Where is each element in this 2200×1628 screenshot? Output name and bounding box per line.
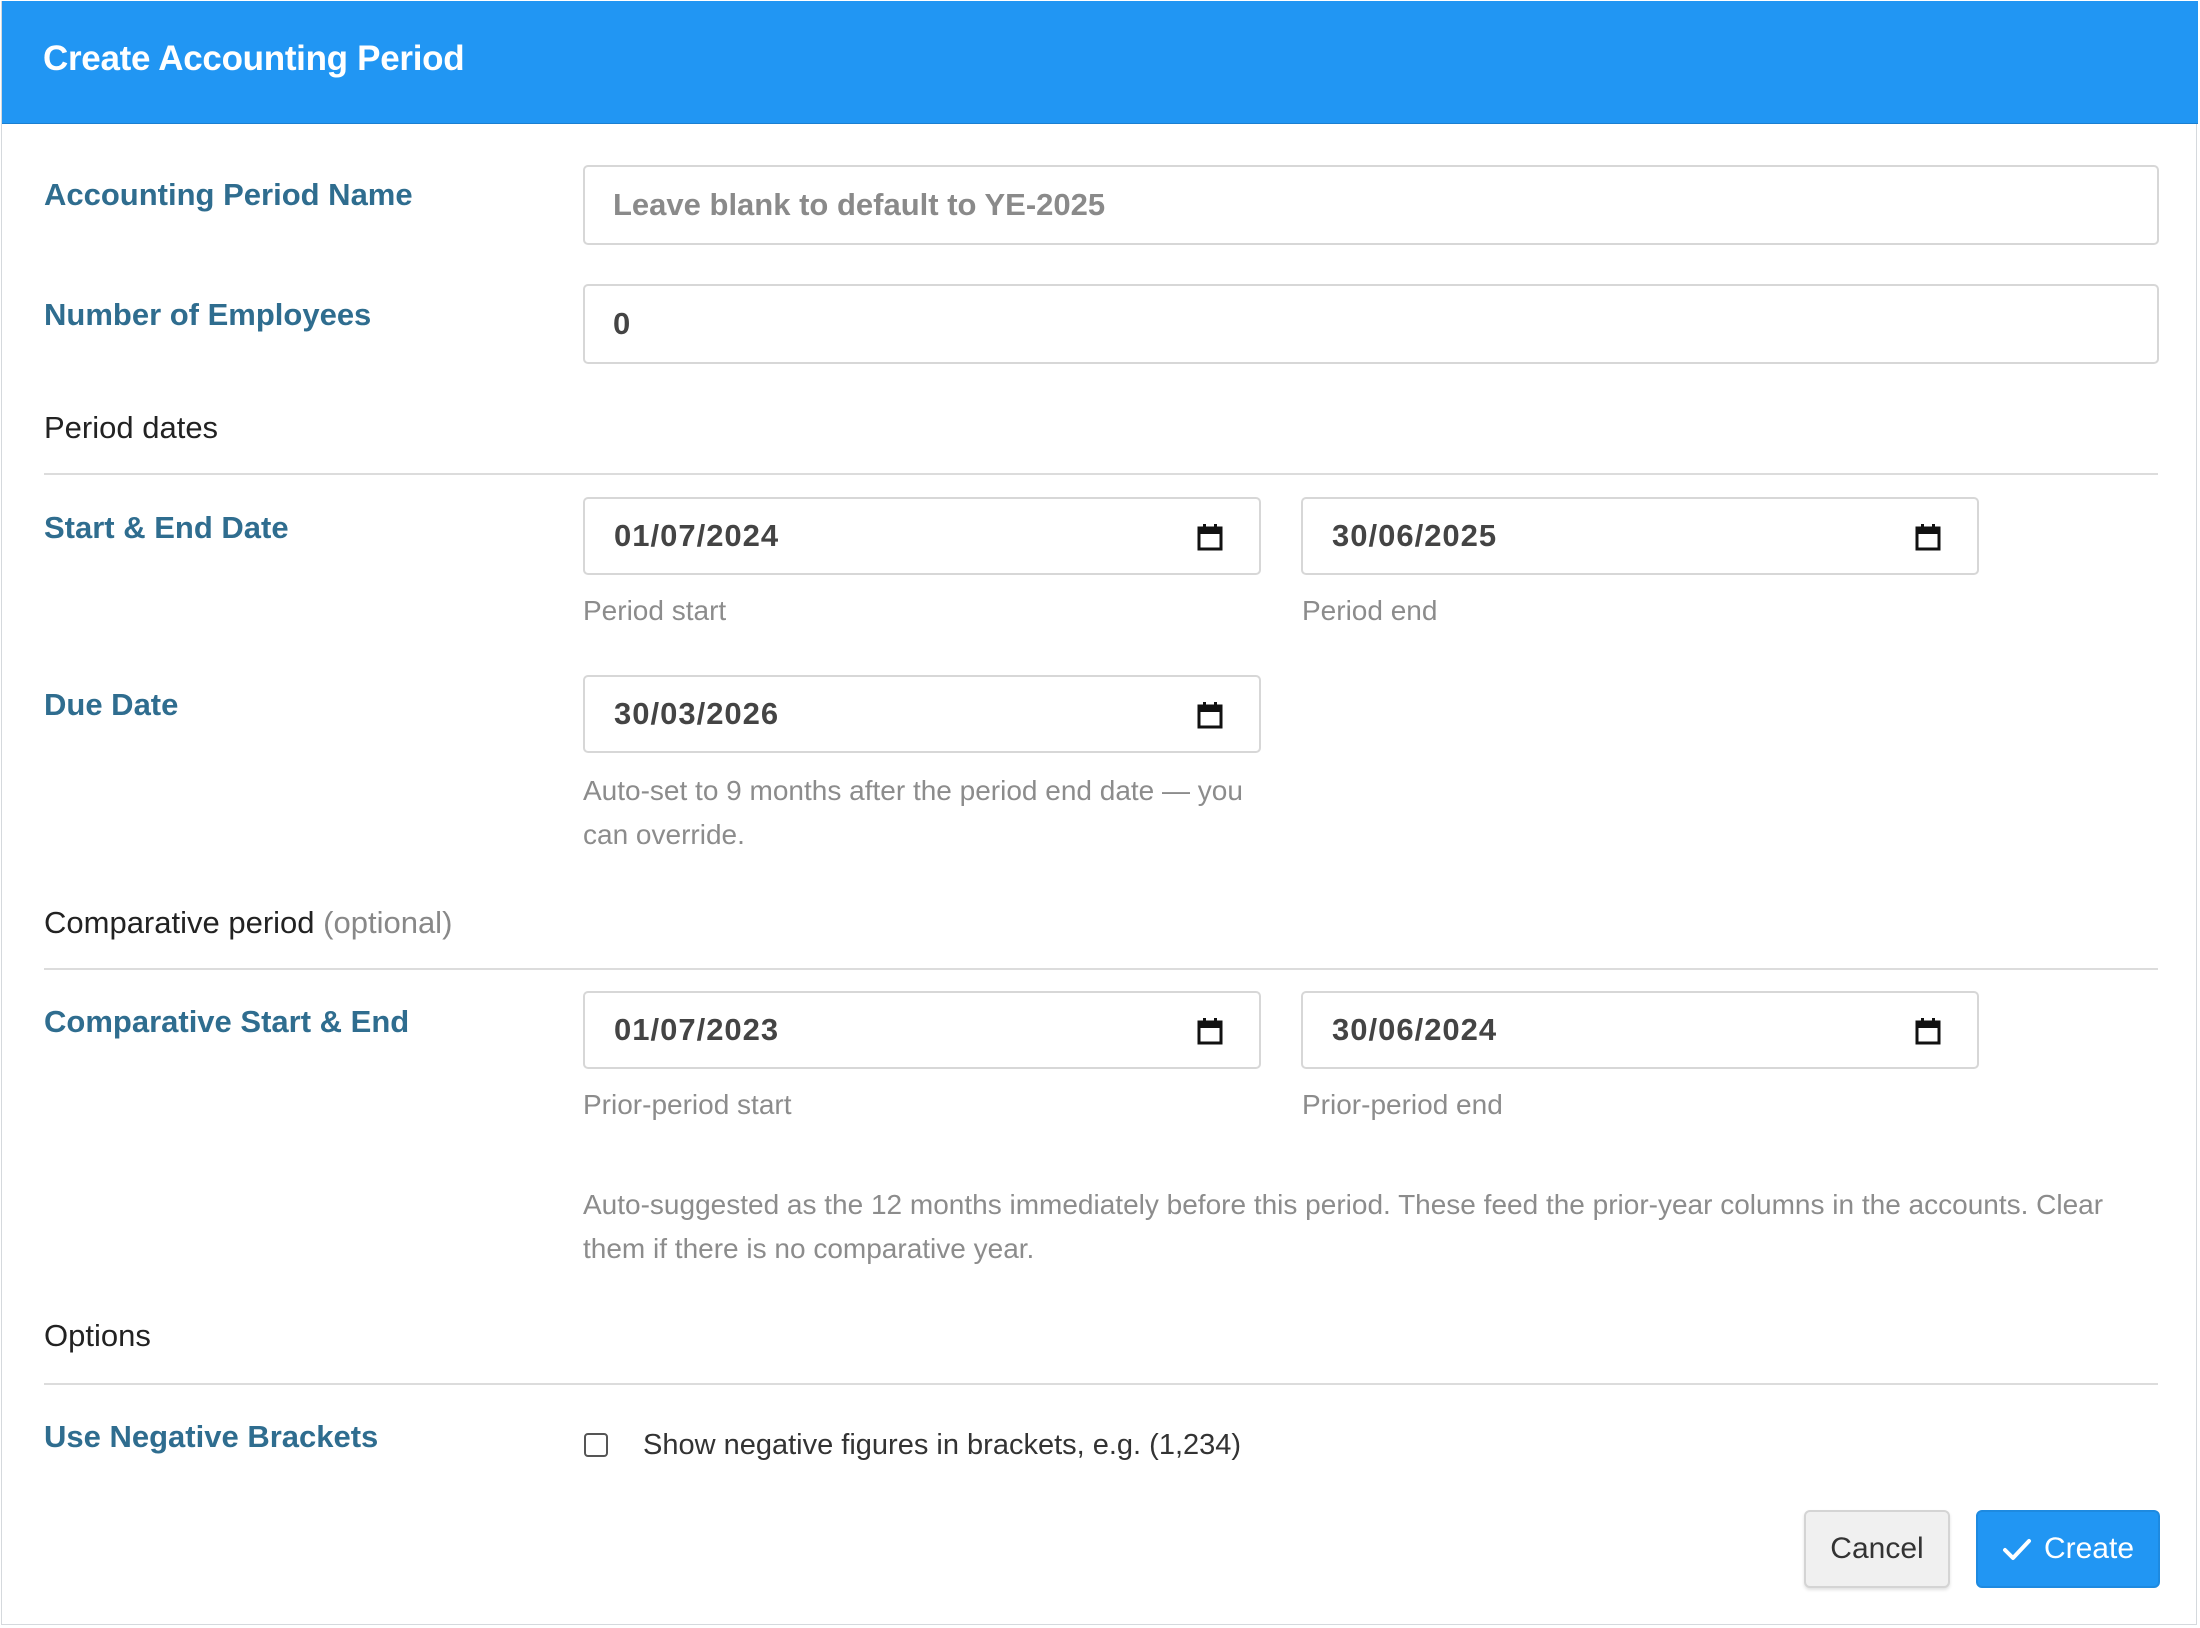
comparative-heading-text: Comparative period [44, 905, 315, 940]
calendar-icon[interactable] [1197, 701, 1223, 729]
period-end-value: 30/06/2025 [1332, 518, 1498, 553]
due-date-value: 30/03/2026 [614, 696, 780, 731]
due-date-input[interactable]: 30/03/2026 [583, 675, 1261, 753]
period-end-date-input[interactable]: 30/06/2025 [1301, 497, 1979, 575]
period-start-date-input[interactable]: 01/07/2024 [583, 497, 1261, 575]
due-date-help-line2: can override. [583, 819, 745, 850]
section-divider [44, 968, 2158, 970]
section-heading-options: Options [44, 1318, 151, 1353]
negative-brackets-checkbox[interactable] [584, 1433, 608, 1457]
section-divider [44, 1383, 2158, 1385]
comparative-end-date-input[interactable]: 30/06/2024 [1301, 991, 1979, 1069]
comparative-end-value: 30/06/2024 [1332, 1012, 1498, 1047]
period-start-help: Period start [583, 595, 727, 626]
due-date-help-line1: Auto-set to 9 months after the period en… [583, 775, 1243, 806]
comparative-start-end-label: Comparative Start & End [44, 1004, 410, 1039]
start-end-date-label: Start & End Date [44, 510, 289, 545]
comparative-start-value: 01/07/2023 [614, 1012, 780, 1047]
section-heading-comparative: Comparative period (optional) [44, 905, 452, 941]
negative-brackets-checkbox-label[interactable]: Show negative figures in brackets, e.g. … [643, 1429, 1241, 1462]
create-button[interactable]: Create [1976, 1510, 2160, 1588]
section-heading-period-dates: Period dates [44, 410, 219, 445]
due-date-label: Due Date [44, 687, 179, 722]
comparative-note: Auto-suggested as the 12 months immediat… [583, 1183, 2103, 1271]
due-date-help: Auto-set to 9 months after the period en… [583, 769, 1243, 857]
calendar-icon[interactable] [1915, 1017, 1941, 1045]
calendar-icon[interactable] [1197, 523, 1223, 551]
dialog-title: Create Accounting Period [43, 39, 465, 78]
comparative-note-line2: them if there is no comparative year. [583, 1233, 1035, 1264]
comparative-note-line1: Auto-suggested as the 12 months immediat… [583, 1189, 2104, 1220]
check-icon [2002, 1539, 2031, 1560]
create-accounting-period-dialog: Create Accounting Period Accounting Peri… [1, 1, 2198, 1625]
dialog-header: Create Accounting Period [2, 1, 2198, 124]
cancel-button[interactable]: Cancel [1804, 1510, 1950, 1588]
comparative-start-date-input[interactable]: 01/07/2023 [583, 991, 1261, 1069]
period-start-value: 01/07/2024 [614, 518, 780, 553]
period-end-help: Period end [1302, 595, 1438, 626]
calendar-icon[interactable] [1197, 1017, 1223, 1045]
negative-brackets-label: Use Negative Brackets [44, 1419, 379, 1454]
calendar-icon[interactable] [1915, 523, 1941, 551]
employees-input[interactable] [583, 284, 2159, 364]
period-name-input[interactable] [583, 165, 2159, 245]
comparative-end-help: Prior-period end [1302, 1089, 1503, 1120]
section-divider [44, 473, 2158, 475]
period-name-label: Accounting Period Name [44, 177, 413, 212]
optional-hint: (optional) [323, 905, 453, 940]
cancel-button-label: Cancel [1830, 1532, 1924, 1565]
create-button-label: Create [2043, 1532, 2135, 1565]
comparative-start-help: Prior-period start [583, 1089, 792, 1120]
employees-label: Number of Employees [44, 297, 372, 332]
